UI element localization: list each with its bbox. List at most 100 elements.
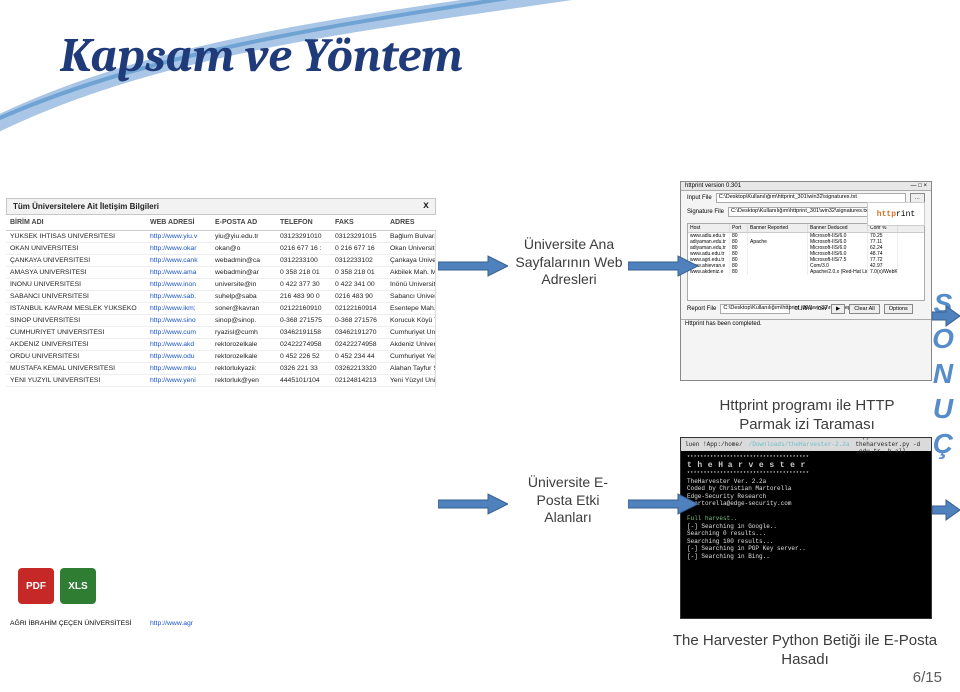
xls-icon[interactable]: XLS: [60, 568, 96, 604]
cell: http://www.cum: [150, 329, 215, 336]
cell: 0216 677 16 :: [280, 245, 335, 252]
sonuc-letter: Ç: [930, 426, 956, 461]
last-row-name: AĞRI İBRAHİM ÇEÇEN ÜNİVERSİTESİ: [10, 620, 150, 627]
cell: 0216 483 90: [335, 293, 390, 300]
step-full: Full harvest..: [687, 515, 925, 523]
clear-all-button[interactable]: Clear All: [849, 304, 879, 314]
httprint-logo: httprint: [867, 202, 925, 226]
cell: OKAN ÜNİVERSİTESİ: [10, 245, 150, 252]
terminal-prompt: luen !App:/home/: [685, 441, 743, 449]
contacts-columns: BİRİM ADI WEB ADRESİ E-POSTA AD TELEFON …: [6, 215, 436, 231]
terminal-cmd: # python theharvester.py -d .edu.tr -b a…: [855, 437, 927, 456]
contacts-last-row: AĞRI İBRAHİM ÇEÇEN ÜNİVERSİTESİ http://w…: [6, 614, 436, 633]
cell: CUMHURİYET ÜNİVERSİTESİ: [10, 329, 150, 336]
table-row[interactable]: AKDENİZ ÜNİVERSİTESİhttp://www.akdrektor…: [6, 339, 435, 351]
terminal-path: /Downloads/theHarvester-2.2a: [749, 441, 850, 449]
options-button[interactable]: Options: [884, 304, 913, 314]
httprint-results-table: Host Port Banner Reported Banner Deduced…: [687, 223, 925, 301]
step-0: Searching 0 results...: [687, 530, 925, 538]
cell: YÜKSEK İHTİSAS ÜNİVERSİTESİ: [10, 233, 150, 240]
table-row[interactable]: İNÖNÜ ÜNİVERSİTESİhttp://www.inonunivers…: [6, 279, 435, 291]
cell: İSTANBUL KAVRAM MESLEK YÜKSEKO: [10, 305, 150, 312]
close-icon[interactable]: x: [423, 201, 429, 212]
col-telefon[interactable]: TELEFON: [280, 219, 335, 226]
httprint-row[interactable]: www.akdeniz.e80Apache/2.0.x (Red-Hat Lin…: [688, 269, 924, 275]
col-eposta[interactable]: E-POSTA AD: [215, 219, 280, 226]
input-file-label: Input File: [687, 195, 712, 201]
col-web[interactable]: WEB ADRESİ: [150, 219, 215, 226]
cell: 02124814213: [335, 377, 390, 384]
cell: İNÖNÜ ÜNİVERSİTESİ: [10, 281, 150, 288]
table-row[interactable]: MUSTAFA KEMAL ÜNİVERSİTESİhttp://www.mku…: [6, 363, 435, 375]
cell: 216 483 90 0: [280, 293, 335, 300]
terminal-window: luen !App:/home/ /Downloads/theHarvester…: [680, 437, 932, 619]
arrow-right-3: [438, 492, 508, 516]
selector-csv[interactable]: .csv: [816, 306, 827, 312]
cell: rektorluk@yen: [215, 377, 280, 384]
cell: http://www.yiu.v: [150, 233, 215, 240]
cell: 0 452 226 52: [280, 353, 335, 360]
cell: 03262213320: [335, 365, 390, 372]
table-row[interactable]: ÇANKAYA ÜNİVERSİTESİhttp://www.cankwebad…: [6, 255, 435, 267]
table-row[interactable]: YENİ YÜZYIL ÜNİVERSİTESİhttp://www.yenir…: [6, 375, 435, 387]
cell: 02422274958: [335, 341, 390, 348]
cell: Okan Üniversite: [390, 245, 436, 252]
cell: http://www.mku: [150, 365, 215, 372]
export-icons: PDF XLS: [18, 568, 96, 604]
table-row[interactable]: ORDU ÜNİVERSİTESİhttp://www.odurektoroze…: [6, 351, 435, 363]
sig-file-label: Signature File: [687, 209, 724, 215]
label-httprint: Httprint programı ile HTTP Parmak izi Ta…: [695, 397, 919, 435]
table-row[interactable]: CUMHURİYET ÜNİVERSİTESİhttp://www.cumrya…: [6, 327, 435, 339]
cell: 03462191158: [280, 329, 335, 336]
window-controls[interactable]: — □ ×: [911, 183, 927, 189]
table-row[interactable]: OKAN ÜNİVERSİTESİhttp://www.okarokan@o02…: [6, 243, 435, 255]
contacts-header-text: Tüm Üniversitelere Ait İletişim Bilgiler…: [13, 202, 159, 211]
cell: 03123291010: [280, 233, 335, 240]
arrow-right-1: [438, 254, 508, 278]
cell: 0 216 677 16: [335, 245, 390, 252]
pdf-icon[interactable]: PDF: [18, 568, 54, 604]
cell: MUSTAFA KEMAL ÜNİVERSİTESİ: [10, 365, 150, 372]
table-row[interactable]: SİNOP ÜNİVERSİTESİhttp://www.sinosinop@s…: [6, 315, 435, 327]
harvester-ascii: ************************************* t …: [687, 455, 925, 478]
cell: Korucuk Köyü Tr: [390, 317, 436, 324]
label-web-adresleri: Üniversite Ana Sayfalarının Web Adresler…: [513, 236, 625, 289]
cell: 0 358 218 01: [335, 269, 390, 276]
cell: Akdeniz Ünivers: [390, 341, 436, 348]
table-row[interactable]: İSTANBUL KAVRAM MESLEK YÜKSEKOhttp://www…: [6, 303, 435, 315]
cell: http://www.sab.: [150, 293, 215, 300]
cell: Akbilek Mah. Mu: [390, 269, 436, 276]
sonuc-letter: N: [930, 356, 956, 391]
cell: 0312233102: [335, 257, 390, 264]
col-faks[interactable]: FAKS: [335, 219, 390, 226]
last-row-web: http://www.agr: [150, 620, 440, 627]
cell: Yeni Yüzyıl Üniv: [390, 377, 436, 384]
cell: Alahan Tayfur S: [390, 365, 436, 372]
col-birim[interactable]: BİRİM ADI: [10, 219, 150, 226]
cell: http://www.ikm;: [150, 305, 215, 312]
report-path[interactable]: C:\Desktop\Kullanılığım\httprint_301\win…: [720, 304, 790, 314]
cell: http://www.sino: [150, 317, 215, 324]
cell: 4445101/104: [280, 377, 335, 384]
cell: webadmin@ar: [215, 269, 280, 276]
cell: YENİ YÜZYIL ÜNİVERSİTESİ: [10, 377, 150, 384]
go-button[interactable]: ▶: [831, 304, 845, 314]
harvester-coder: Coded by Christian Martorella: [687, 485, 925, 493]
label-eposta-etki: Üniversite E-Posta Etki Alanları: [518, 474, 618, 527]
cell: AMASYA ÜNİVERSİTESİ: [10, 269, 150, 276]
cell: 0-368 271575: [280, 317, 335, 324]
step-bing: [-] Searching in Bing..: [687, 553, 925, 561]
selector-html[interactable]: of html: [794, 306, 812, 312]
step-pgp: [-] Searching in PGP Key server..: [687, 545, 925, 553]
arrow-right-4: [628, 492, 698, 516]
label-harvester: The Harvester Python Betiği ile E-Posta …: [672, 632, 938, 670]
harvester-org: Edge-Security Research: [687, 493, 925, 501]
table-row[interactable]: AMASYA ÜNİVERSİTESİhttp://www.amawebadmi…: [6, 267, 435, 279]
cell: 02422274958: [280, 341, 335, 348]
table-row[interactable]: YÜKSEK İHTİSAS ÜNİVERSİTESİhttp://www.yi…: [6, 231, 435, 243]
cell: rektorozelkale: [215, 353, 280, 360]
httprint-status: Httprint has been completed.: [681, 319, 931, 328]
table-row[interactable]: SABANCI ÜNİVERSİTESİhttp://www.sab.suhel…: [6, 291, 435, 303]
cell: http://www.okar: [150, 245, 215, 252]
col-adres[interactable]: ADRES: [390, 219, 440, 226]
